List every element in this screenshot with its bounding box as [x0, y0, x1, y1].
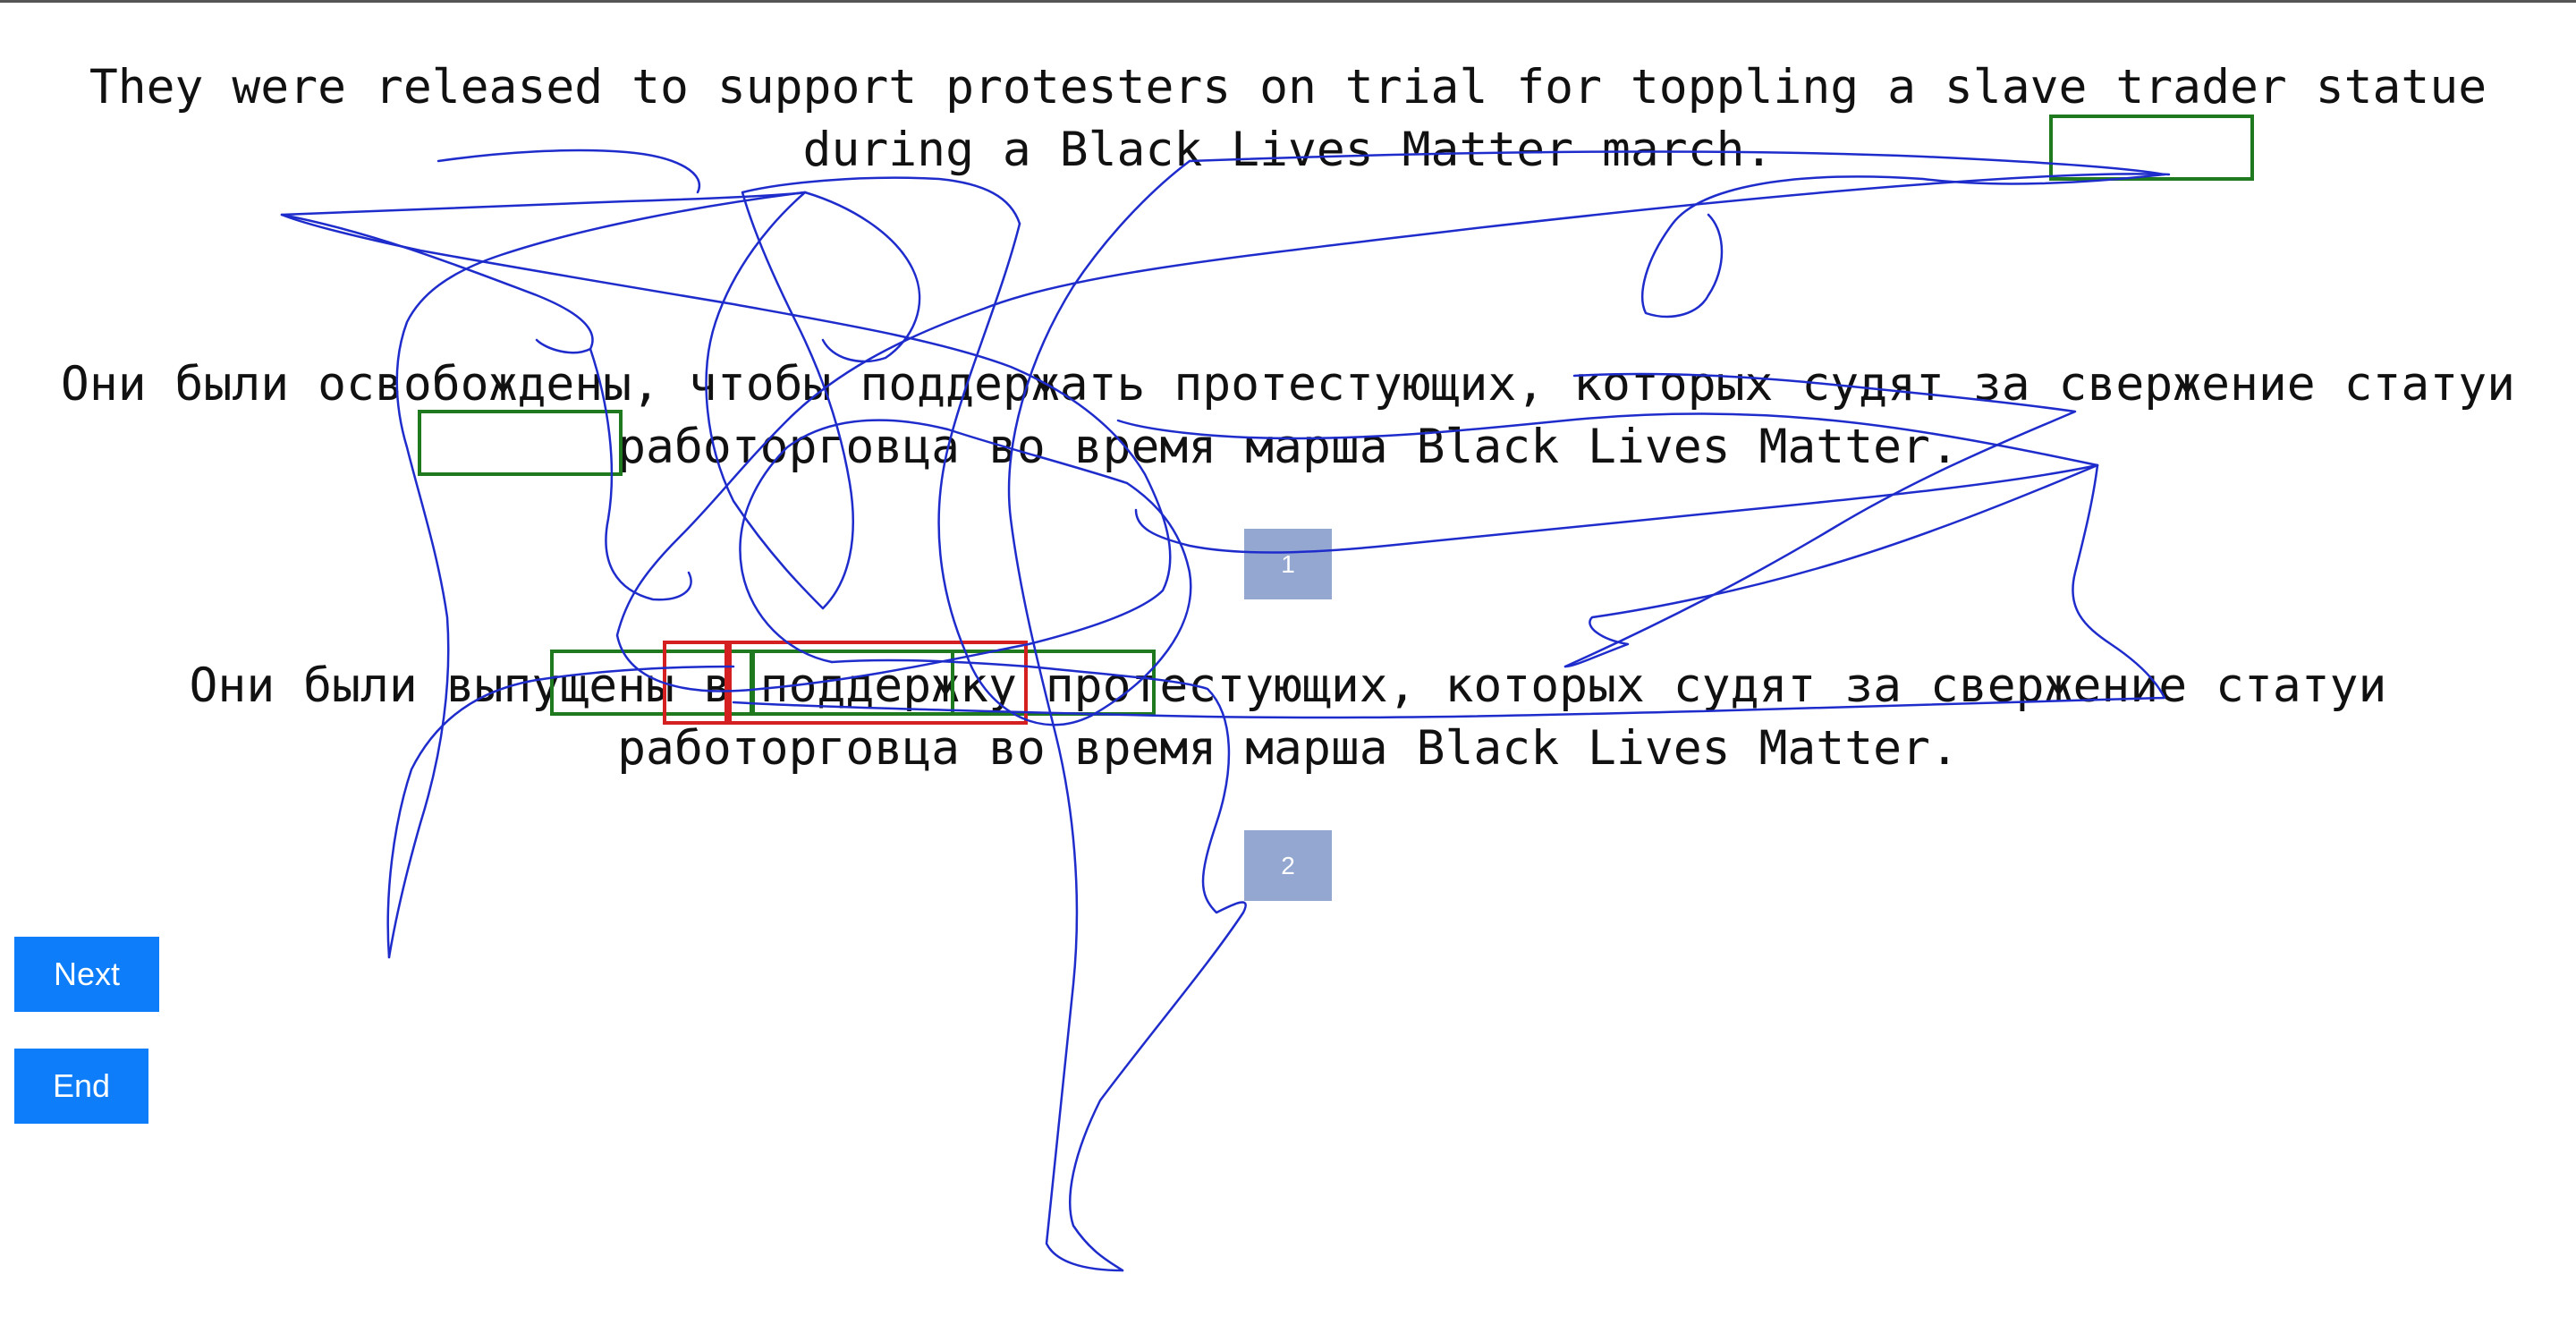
source-sentence: They were released to support protesters…: [89, 60, 2487, 177]
top-border: [0, 0, 2576, 3]
rank-badge-2: 2: [1244, 830, 1332, 901]
end-button[interactable]: End: [14, 1049, 148, 1124]
rank-badge-1: 1: [1244, 529, 1332, 599]
translation-sentence-2: Они были выпущены в поддержку протестующ…: [189, 658, 2387, 776]
translation-sentence-1: Они были освобождены, чтобы поддержать п…: [60, 357, 2516, 474]
next-button[interactable]: Next: [14, 937, 159, 1012]
